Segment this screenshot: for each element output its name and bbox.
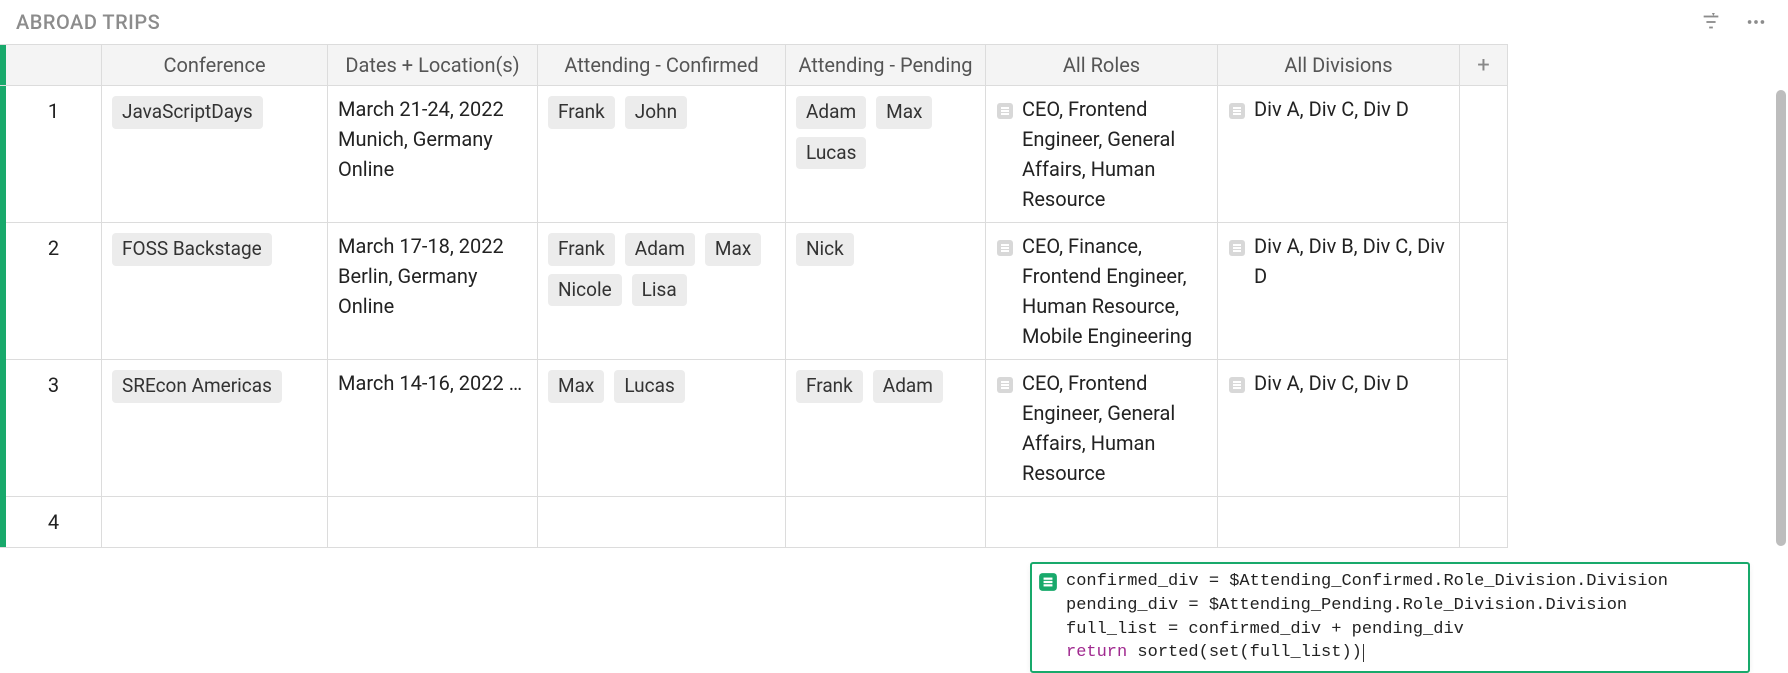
table: Conference Dates + Location(s) Attending… [0,44,1788,548]
roles-text: CEO, Finance, Frontend Engineer, Human R… [1022,231,1207,351]
cell-roles[interactable] [986,497,1218,548]
vertical-scrollbar[interactable] [1776,90,1786,546]
cell-extra[interactable] [1460,86,1508,223]
roles-text: CEO, Frontend Engineer, General Affairs,… [1022,368,1207,488]
list-icon [996,235,1014,265]
list-icon [996,372,1014,402]
person-pill[interactable]: Frank [796,370,863,403]
person-pill[interactable]: Max [876,96,932,129]
row-number[interactable]: 4 [6,497,102,548]
list-icon [996,98,1014,128]
page-title: ABROAD TRIPS [16,10,160,34]
formula-editor[interactable]: confirmed_div = $Attending_Confirmed.Rol… [1030,562,1750,673]
cell-roles[interactable]: CEO, Frontend Engineer, General Affairs,… [986,360,1218,497]
cell-dates[interactable]: March 17-18, 2022 Berlin, Germany Online [328,223,538,360]
cell-extra[interactable] [1460,360,1508,497]
cell-conference[interactable]: SREcon Americas [102,360,328,497]
header-confirmed[interactable]: Attending - Confirmed [538,44,786,86]
cell-pending[interactable]: Nick [786,223,986,360]
person-pill[interactable]: Lisa [632,274,687,307]
cell-confirmed[interactable] [538,497,786,548]
more-icon[interactable] [1744,11,1768,33]
header-roles[interactable]: All Roles [986,44,1218,86]
cell-confirmed[interactable]: Max Lucas [538,360,786,497]
person-pill[interactable]: John [625,96,687,129]
cell-roles[interactable]: CEO, Frontend Engineer, General Affairs,… [986,86,1218,223]
cell-roles[interactable]: CEO, Finance, Frontend Engineer, Human R… [986,223,1218,360]
cell-extra[interactable] [1460,223,1508,360]
person-pill[interactable]: Frank [548,96,615,129]
divisions-text: Div A, Div C, Div D [1254,368,1449,398]
cell-conference[interactable]: FOSS Backstage [102,223,328,360]
cell-pending[interactable]: Frank Adam [786,360,986,497]
row-number[interactable]: 2 [6,223,102,360]
cell-divisions[interactable]: Div A, Div B, Div C, Div D [1218,223,1460,360]
code-line: sorted(set(full_list)) [1127,643,1364,662]
cell-pending[interactable]: Adam Max Lucas [786,86,986,223]
person-pill[interactable]: Lucas [614,370,684,403]
roles-text: CEO, Frontend Engineer, General Affairs,… [1022,94,1207,214]
cell-conference[interactable]: JavaScriptDays [102,86,328,223]
code-content[interactable]: confirmed_div = $Attending_Confirmed.Rol… [1066,570,1668,665]
conference-pill[interactable]: JavaScriptDays [112,96,263,129]
header-dates[interactable]: Dates + Location(s) [328,44,538,86]
header-divisions[interactable]: All Divisions [1218,44,1460,86]
cell-dates[interactable]: March 14-16, 2022 San Francisco, C… [328,360,538,497]
code-line: pending_div = $Attending_Pending.Role_Di… [1066,596,1627,615]
divisions-text: Div A, Div B, Div C, Div D [1254,231,1449,291]
cell-confirmed[interactable]: Frank John [538,86,786,223]
conference-pill[interactable]: FOSS Backstage [112,233,272,266]
row-number[interactable]: 3 [6,360,102,497]
cell-divisions[interactable] [1218,497,1460,548]
person-pill[interactable]: Adam [796,96,866,129]
person-pill[interactable]: Adam [873,370,943,403]
header-actions [1700,11,1768,33]
list-icon [1038,572,1058,597]
cell-extra[interactable] [1460,497,1508,548]
row-number[interactable]: 1 [6,86,102,223]
code-line: confirmed_div = $Attending_Confirmed.Rol… [1066,572,1668,591]
filter-icon[interactable] [1700,11,1722,33]
list-icon [1228,98,1246,128]
code-keyword: return [1066,643,1127,662]
page-header: ABROAD TRIPS [0,0,1788,44]
code-line: full_list = confirmed_div + pending_div [1066,620,1464,639]
divisions-text: Div A, Div C, Div D [1254,94,1449,124]
list-icon [1228,235,1246,265]
person-pill[interactable]: Nicole [548,274,622,307]
person-pill[interactable]: Max [548,370,604,403]
person-pill[interactable]: Nick [796,233,854,266]
person-pill[interactable]: Lucas [796,137,866,170]
header-rownum[interactable] [6,44,102,86]
header-pending[interactable]: Attending - Pending [786,44,986,86]
cell-dates[interactable]: March 21-24, 2022 Munich, Germany Online [328,86,538,223]
cell-divisions[interactable]: Div A, Div C, Div D [1218,360,1460,497]
cell-confirmed[interactable]: Frank Adam Max Nicole Lisa [538,223,786,360]
cell-dates[interactable] [328,497,538,548]
grid: Conference Dates + Location(s) Attending… [0,44,1780,548]
person-pill[interactable]: Adam [625,233,695,266]
cell-divisions[interactable]: Div A, Div C, Div D [1218,86,1460,223]
add-column-button[interactable]: + [1460,44,1508,86]
person-pill[interactable]: Max [705,233,761,266]
list-icon [1228,372,1246,402]
cell-conference[interactable] [102,497,328,548]
cell-pending[interactable] [786,497,986,548]
header-conference[interactable]: Conference [102,44,328,86]
conference-pill[interactable]: SREcon Americas [112,370,282,403]
person-pill[interactable]: Frank [548,233,615,266]
